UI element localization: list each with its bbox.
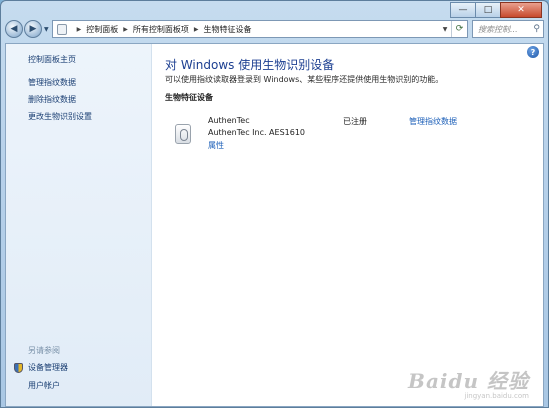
section-header: 生物特征设备 (165, 93, 213, 102)
sidebar-link-home[interactable]: 控制面板主页 (28, 54, 76, 65)
address-dropdown-icon[interactable]: ▼ (439, 26, 451, 33)
main-panel: ? 对 Windows 使用生物识别设备 可以使用指纹读取器登录到 Window… (153, 44, 543, 406)
device-properties-link[interactable]: 属性 (208, 140, 224, 151)
device-name: AuthenTec (208, 116, 250, 125)
shield-icon (14, 362, 23, 373)
close-button[interactable]: ✕ (500, 2, 542, 18)
device-manager-label: 设备管理器 (28, 363, 68, 372)
search-input[interactable]: 搜索控制... ⚲ (472, 20, 544, 38)
back-arrow-icon: ◀ (10, 24, 18, 34)
chevron-right-icon[interactable]: ▶ (194, 26, 199, 33)
window-controls: — □ ✕ (450, 2, 542, 18)
device-status: 已注册 (343, 117, 367, 126)
minimize-button[interactable]: — (450, 2, 476, 18)
refresh-icon[interactable]: ⟳ (451, 21, 467, 37)
address-bar[interactable]: ▶ 控制面板 ▶ 所有控制面板项 ▶ 生物特征设备 ▼ ⟳ (51, 20, 468, 38)
breadcrumb-all-items[interactable]: 所有控制面板项 (133, 24, 189, 35)
navigation-bar: ◀ ▶ ▼ ▶ 控制面板 ▶ 所有控制面板项 ▶ 生物特征设备 ▼ ⟳ 搜索控制… (5, 19, 544, 39)
page-description: 可以使用指纹读取器登录到 Windows、某些程序还提供使用生物识别的功能。 (165, 75, 444, 84)
control-panel-window: — □ ✕ ◀ ▶ ▼ ▶ 控制面板 ▶ 所有控制面板项 ▶ 生物特征设备 ▼ … (0, 0, 549, 408)
watermark-logo: Baidu 经验 (408, 369, 529, 393)
chevron-right-icon[interactable]: ▶ (77, 26, 82, 33)
recent-pages-dropdown-icon[interactable]: ▼ (44, 26, 49, 33)
baidu-watermark: Baidu 经验 jingyan.baidu.com (408, 365, 529, 400)
fingerprint-reader-icon[interactable] (175, 124, 191, 144)
content-area: 控制面板主页 管理指纹数据 删除指纹数据 更改生物识别设置 另请参阅 设备管理器… (5, 43, 544, 407)
sidebar-link-delete-fingerprint[interactable]: 删除指纹数据 (28, 94, 76, 105)
task-pane: 控制面板主页 管理指纹数据 删除指纹数据 更改生物识别设置 另请参阅 设备管理器… (6, 44, 152, 406)
breadcrumb-biometric-devices[interactable]: 生物特征设备 (204, 24, 252, 35)
maximize-button[interactable]: □ (475, 2, 501, 18)
forward-arrow-icon: ▶ (29, 24, 37, 34)
search-icon[interactable]: ⚲ (533, 24, 540, 34)
search-placeholder: 搜索控制... (478, 24, 518, 34)
page-title: 对 Windows 使用生物识别设备 (165, 58, 335, 72)
breadcrumb-control-panel[interactable]: 控制面板 (86, 24, 118, 35)
sidebar-link-manage-fingerprint[interactable]: 管理指纹数据 (28, 77, 76, 88)
manage-fingerprint-link[interactable]: 管理指纹数据 (409, 116, 457, 127)
sidebar-link-device-manager[interactable]: 设备管理器 (14, 362, 68, 373)
sidebar-link-biometric-settings[interactable]: 更改生物识别设置 (28, 111, 92, 122)
help-icon[interactable]: ? (527, 46, 539, 58)
forward-button[interactable]: ▶ (24, 20, 42, 38)
back-button[interactable]: ◀ (5, 20, 23, 38)
control-panel-icon (56, 23, 67, 35)
device-model: AuthenTec Inc. AES1610 (208, 128, 306, 137)
chevron-right-icon[interactable]: ▶ (123, 26, 128, 33)
see-also-header: 另请参阅 (28, 346, 60, 355)
address-bar-controls: ▼ ⟳ (439, 21, 467, 37)
sidebar-link-user-accounts[interactable]: 用户帐户 (28, 380, 60, 391)
